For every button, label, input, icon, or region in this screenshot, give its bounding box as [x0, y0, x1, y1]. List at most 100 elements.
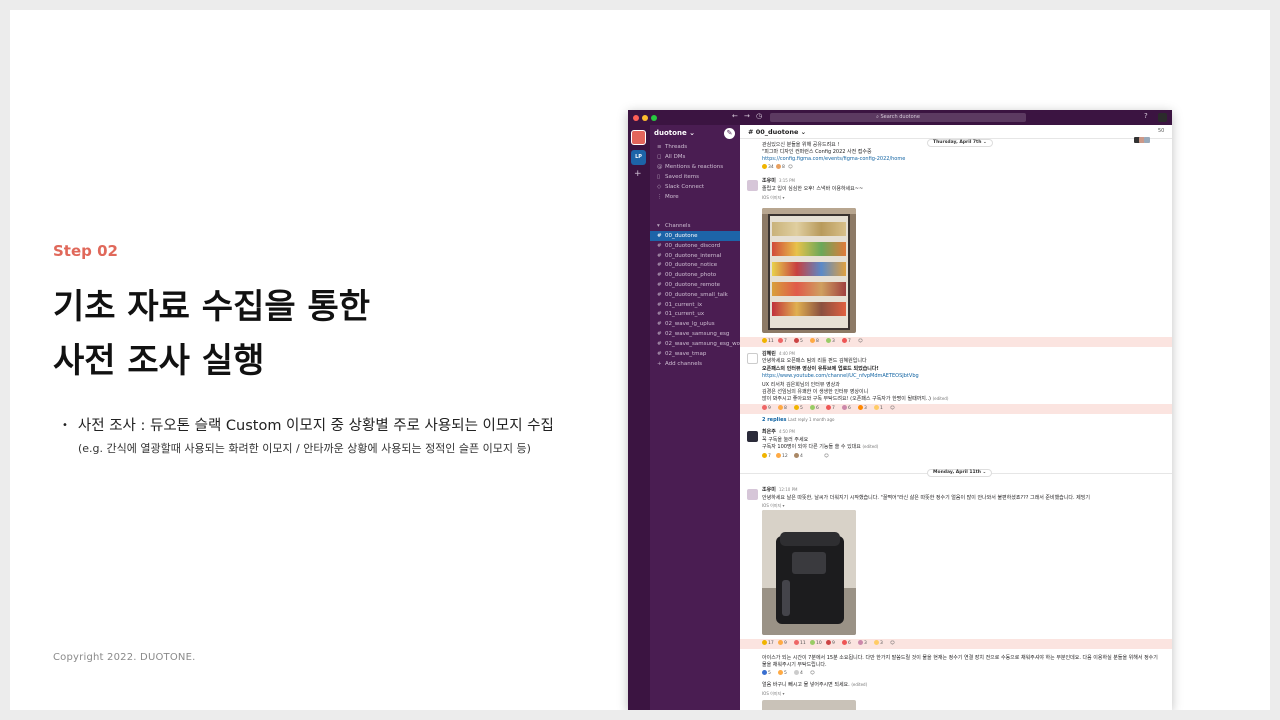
sidebar-item-threads[interactable]: ≡ Threads: [650, 142, 740, 152]
avatar[interactable]: [747, 180, 758, 191]
reaction[interactable]: 8: [776, 164, 785, 172]
reaction[interactable]: 7: [826, 405, 835, 413]
reaction[interactable]: 11: [794, 640, 806, 648]
channel-item[interactable]: #00_duotone_photo: [650, 270, 740, 280]
reaction[interactable]: 11: [762, 338, 774, 346]
msg4-time[interactable]: 12:10 PM: [779, 487, 798, 492]
reaction[interactable]: 3: [858, 640, 867, 648]
reaction[interactable]: 7: [778, 338, 787, 346]
avatar[interactable]: [747, 489, 758, 500]
msg3-username[interactable]: 최은주: [762, 429, 776, 435]
add-reaction-icon[interactable]: ☺: [858, 338, 863, 346]
reaction[interactable]: 4: [794, 453, 803, 461]
reaction[interactable]: 9: [826, 640, 835, 648]
msg2-link[interactable]: https://www.youtube.com/channel/UC_nfvpM…: [762, 373, 919, 380]
channel-item[interactable]: #02_wave_tmap: [650, 349, 740, 359]
add-workspace-icon[interactable]: +: [634, 169, 642, 179]
reaction[interactable]: 8: [778, 405, 787, 413]
reaction[interactable]: 7: [762, 453, 771, 461]
channel-item[interactable]: #00_duotone: [650, 231, 740, 241]
channel-item[interactable]: #01_current_ix: [650, 300, 740, 310]
sidebar-item-saved-items[interactable]: ▯ Saved items: [650, 172, 740, 182]
msg3-time[interactable]: 4:50 PM: [779, 429, 795, 434]
channel-item[interactable]: #00_duotone_notice: [650, 260, 740, 270]
msg1-username[interactable]: 조유미: [762, 178, 776, 184]
workspace-duotone-icon[interactable]: [631, 130, 646, 145]
reaction[interactable]: 6: [842, 405, 851, 413]
avatar[interactable]: [747, 431, 758, 442]
channel-item[interactable]: #00_duotone_internal: [650, 251, 740, 261]
channel-item[interactable]: #02_wave_lg_uplus: [650, 319, 740, 329]
bullet-note: (e.g. 간식에 열광할때 사용되는 화려한 이모지 / 안타까운 상황에 사…: [78, 442, 531, 455]
help-icon[interactable]: ?: [1144, 112, 1148, 120]
channels-header[interactable]: ▾ Channels: [650, 221, 740, 231]
msg1-file-label[interactable]: IOS 이미지 ▾: [762, 195, 784, 201]
zoom-window-icon[interactable]: [651, 115, 657, 121]
history-icon[interactable]: ◷: [756, 112, 762, 120]
member-avatars[interactable]: [1134, 128, 1156, 143]
add-channels-button[interactable]: + Add channels: [650, 359, 740, 369]
channel-item[interactable]: #02_wave_samsung_esg: [650, 329, 740, 339]
member-count[interactable]: 50: [1158, 128, 1164, 134]
back-arrow-icon[interactable]: ←: [732, 112, 738, 120]
reaction[interactable]: 34: [762, 164, 774, 172]
sidebar-item-all-dms[interactable]: ◻ All DMs: [650, 152, 740, 162]
channel-title[interactable]: # 00_duotone ⌄: [748, 128, 806, 136]
msg0-link[interactable]: https://config.figma.com/events/figma-co…: [762, 156, 905, 163]
channel-item[interactable]: #02_wave_samsung_esg_wo...: [650, 339, 740, 349]
workspace-name[interactable]: duotone ⌄: [654, 129, 695, 137]
reaction[interactable]: 4: [794, 670, 803, 678]
forward-arrow-icon[interactable]: →: [744, 112, 750, 120]
reaction[interactable]: 3: [858, 405, 867, 413]
add-reaction-icon[interactable]: ☺: [810, 670, 815, 678]
reaction[interactable]: 5: [794, 405, 803, 413]
msg2-username[interactable]: 김혜린: [762, 351, 776, 357]
sidebar-item-more[interactable]: ⋮ More: [650, 192, 740, 202]
channel-item[interactable]: #00_duotone_small_talk: [650, 290, 740, 300]
reaction[interactable]: 12: [776, 453, 788, 461]
reaction[interactable]: 5: [794, 338, 803, 346]
reaction[interactable]: 9: [778, 640, 787, 648]
user-avatar[interactable]: [1158, 113, 1167, 122]
minimize-window-icon[interactable]: [642, 115, 648, 121]
channel-item[interactable]: #01_current_ux: [650, 309, 740, 319]
add-reaction-icon[interactable]: ☺: [824, 453, 829, 461]
msg2-time[interactable]: 4:40 PM: [779, 351, 795, 356]
reaction[interactable]: 5: [762, 670, 771, 678]
close-window-icon[interactable]: [633, 115, 639, 121]
channel-item[interactable]: #00_duotone_remote: [650, 280, 740, 290]
search-input[interactable]: ⌕ Search duotone: [770, 113, 1026, 122]
reaction[interactable]: 9: [762, 405, 771, 413]
compose-icon[interactable]: ✎: [724, 128, 735, 139]
reaction[interactable]: 8: [810, 338, 819, 346]
reaction[interactable]: 10: [810, 640, 822, 648]
hash-icon: #: [657, 272, 662, 279]
msg6-file-label[interactable]: IOS 이미지 ▾: [762, 691, 784, 697]
channel-item[interactable]: #00_duotone_discord: [650, 241, 740, 251]
sidebar-item-slack-connect[interactable]: ◇ Slack Connect: [650, 182, 740, 192]
reaction[interactable]: 5: [778, 670, 787, 678]
date-divider-april-7[interactable]: Thursday, April 7th ⌄: [927, 139, 993, 147]
reaction[interactable]: 7: [842, 338, 851, 346]
thread-summary[interactable]: 2 replies Last reply 1 month ago: [762, 417, 834, 424]
ice-maker-photo[interactable]: [762, 510, 856, 635]
reaction[interactable]: 3: [826, 338, 835, 346]
msg4-file-label[interactable]: IOS 이미지 ▾: [762, 503, 784, 509]
reaction[interactable]: 3: [874, 640, 883, 648]
snack-shelf-photo[interactable]: [762, 208, 856, 333]
replies-link[interactable]: 2 replies: [762, 417, 786, 423]
msg4-username[interactable]: 조유미: [762, 487, 776, 493]
reaction[interactable]: 6: [810, 405, 819, 413]
msg6-photo[interactable]: [762, 700, 856, 710]
reaction[interactable]: 6: [842, 640, 851, 648]
date-divider-april-11[interactable]: Monday, April 11th ⌄: [927, 469, 993, 477]
add-reaction-icon[interactable]: ☺: [890, 405, 895, 413]
reaction[interactable]: 17: [762, 640, 774, 648]
reaction[interactable]: 1: [874, 405, 883, 413]
avatar[interactable]: [747, 353, 758, 364]
sidebar-item-mentions-reactions[interactable]: @ Mentions & reactions: [650, 162, 740, 172]
add-reaction-icon[interactable]: ☺: [788, 164, 793, 172]
msg1-time[interactable]: 3:15 PM: [779, 178, 795, 183]
add-reaction-icon[interactable]: ☺: [890, 640, 895, 648]
workspace-lp-icon[interactable]: LP: [631, 150, 646, 165]
